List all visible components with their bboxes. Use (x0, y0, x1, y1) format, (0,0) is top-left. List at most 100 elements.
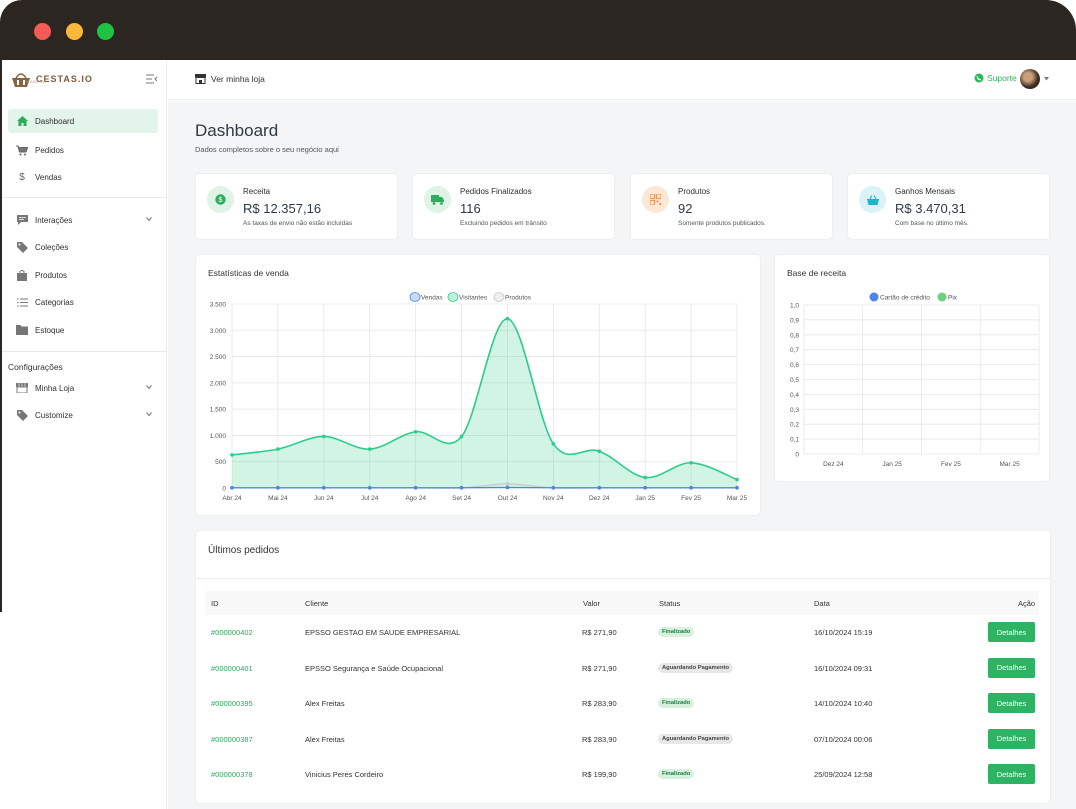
order-client: Vinicius Peres Cordeiro (305, 770, 384, 779)
avatar[interactable] (1020, 69, 1040, 89)
chevron-down-icon[interactable] (1044, 77, 1049, 81)
col-id: ID (211, 599, 219, 608)
data-point (505, 481, 510, 486)
details-button[interactable]: Detalhes (988, 693, 1035, 713)
close-window-button[interactable] (34, 23, 51, 40)
sidebar-item-estoque[interactable]: Estoque (8, 318, 158, 342)
sidebar-item-label: Customize (35, 410, 73, 420)
y-tick-label: 500 (215, 459, 226, 466)
sidebar-item-vendas[interactable]: $ Vendas (8, 165, 158, 189)
x-tick-label: Set 24 (452, 495, 471, 502)
y-tick-label: 0,5 (790, 377, 799, 384)
stat-value: R$ 3.470,31 (895, 201, 966, 216)
legend-swatch (937, 292, 947, 302)
series-area (232, 318, 737, 488)
stat-label: Ganhos Mensais (895, 187, 956, 196)
maximize-window-button[interactable] (97, 23, 114, 40)
data-point (322, 485, 326, 490)
stat-note: Com base no último mês. (895, 220, 969, 227)
store-icon (16, 382, 28, 394)
stat-icon-bg (424, 186, 451, 213)
data-point (735, 477, 739, 482)
y-tick-label: 1.000 (210, 433, 227, 440)
stat-value: R$ 12.357,16 (243, 201, 322, 216)
order-client: Alex Freitas (305, 734, 345, 744)
sales-chart-card: Estatísticas de venda 0 500 1.000 1.500 2.00… (196, 255, 760, 515)
sidebar-item-pedidos[interactable]: Pedidos (8, 138, 158, 162)
cart-icon (16, 144, 28, 156)
order-id-link[interactable]: #000000402 (211, 628, 253, 637)
revenue-chart: 0 0,1 0,2 0,3 0,4 0,5 0,6 0,7 0,8 0,9 1,0 Dez 24 Jan… (790, 292, 1040, 468)
col-status: Status (659, 599, 681, 608)
x-tick-label: Dez 24 (589, 495, 610, 502)
sidebar-item-colecoes[interactable]: Coleções (8, 235, 158, 259)
view-store-link[interactable]: Ver minha loja (195, 74, 265, 84)
page-subtitle: Dados completos sobre o seu negócio aqui (195, 145, 339, 154)
stat-note: Excluindo pedidos em trânsito (460, 220, 547, 227)
legend-label: Vendas (421, 295, 443, 302)
revenue-chart-card: Base de receita 0 0,1 0,2 0,3 0,4 0,5 0,6 0,7 0,… (775, 255, 1049, 481)
details-button[interactable]: Detalhes (988, 764, 1035, 784)
status-badge: Finalizado (658, 627, 695, 637)
data-point (689, 460, 693, 465)
legend-label: Pix (948, 295, 958, 302)
stat-label: Receita (243, 187, 271, 196)
data-point (230, 485, 234, 490)
main-content: Dashboard Dados completos sobre o seu ne… (168, 101, 1076, 809)
sidebar-item-produtos[interactable]: Produtos (8, 263, 158, 287)
data-point (643, 475, 647, 480)
support-link[interactable]: Suporte (974, 73, 1017, 83)
table-row: #000000402 EPSSO GESTAO EM SAUDE EMPRESAR… (196, 615, 1050, 650)
details-button[interactable]: Detalhes (988, 622, 1035, 642)
details-button[interactable]: Detalhes (988, 728, 1035, 749)
sidebar-item-label: Categorias (35, 297, 74, 307)
data-point (276, 447, 280, 451)
sidebar-item-customize[interactable]: Customize (8, 403, 158, 427)
sidebar-item-interacoes[interactable]: Interações (8, 208, 158, 232)
collapse-menu-icon[interactable] (146, 74, 158, 84)
data-point (367, 447, 372, 451)
order-client: Alex Freitas (305, 699, 345, 708)
data-point (735, 485, 739, 490)
bag-icon (16, 269, 28, 281)
sidebar-item-categorias[interactable]: Categorias (8, 290, 158, 314)
data-point (367, 485, 372, 490)
stat-icon-bg: $ (207, 186, 234, 213)
topbar: Ver minha loja Suporte (168, 60, 1076, 100)
legend-label: Visitantes (459, 295, 488, 302)
col-cliente: Cliente (305, 599, 329, 608)
order-id-link[interactable]: #000000378 (211, 770, 253, 779)
status-badge: Finalizado (658, 698, 695, 708)
sidebar-item-dashboard[interactable]: Dashboard (8, 109, 158, 133)
y-tick-label: 0 (222, 486, 226, 493)
data-point (505, 316, 510, 321)
x-tick-label: Jan 25 (635, 495, 655, 502)
order-id-link[interactable]: #000000401 (211, 664, 253, 673)
table-row: #000000378 Vinicius Peres Cordeiro R$ 199,… (196, 757, 1050, 792)
basket-icon (866, 194, 879, 205)
x-tick-label: Mai 24 (268, 495, 288, 502)
minimize-window-button[interactable] (66, 23, 83, 40)
y-tick-label: 0,6 (790, 362, 799, 369)
stat-label: Produtos (678, 187, 711, 196)
store-icon (195, 74, 206, 84)
status-badge: Finalizado (658, 769, 695, 779)
data-point (689, 485, 693, 490)
order-id-link[interactable]: #000000395 (211, 699, 253, 708)
sales-chart: 0 500 1.000 1.500 2.000 2.500 3.000 3.500 Abr 24… (210, 292, 747, 502)
details-button[interactable]: Detalhes (988, 657, 1035, 678)
order-id-link[interactable]: #000000387 (211, 735, 253, 744)
stat-card-produtos: Produtos 92 Somente produtos publicados. (631, 174, 832, 239)
sidebar-item-minha-loja[interactable]: Minha Loja (8, 376, 158, 400)
truck-icon (431, 194, 444, 205)
x-tick-label: Mar 25 (1000, 461, 1021, 468)
order-value: R$ 283,90 (582, 734, 617, 744)
y-tick-label: 1.500 (210, 407, 227, 414)
orders-title: Últimos pedidos (208, 545, 280, 556)
order-date: 07/10/2024 00:06 (814, 734, 873, 744)
stat-value: 116 (460, 201, 481, 216)
x-tick-label: Out 24 (498, 495, 518, 502)
sidebar-item-label: Produtos (35, 270, 68, 280)
stat-note: Somente produtos publicados. (678, 220, 766, 227)
x-tick-label: Fev 25 (681, 495, 701, 502)
